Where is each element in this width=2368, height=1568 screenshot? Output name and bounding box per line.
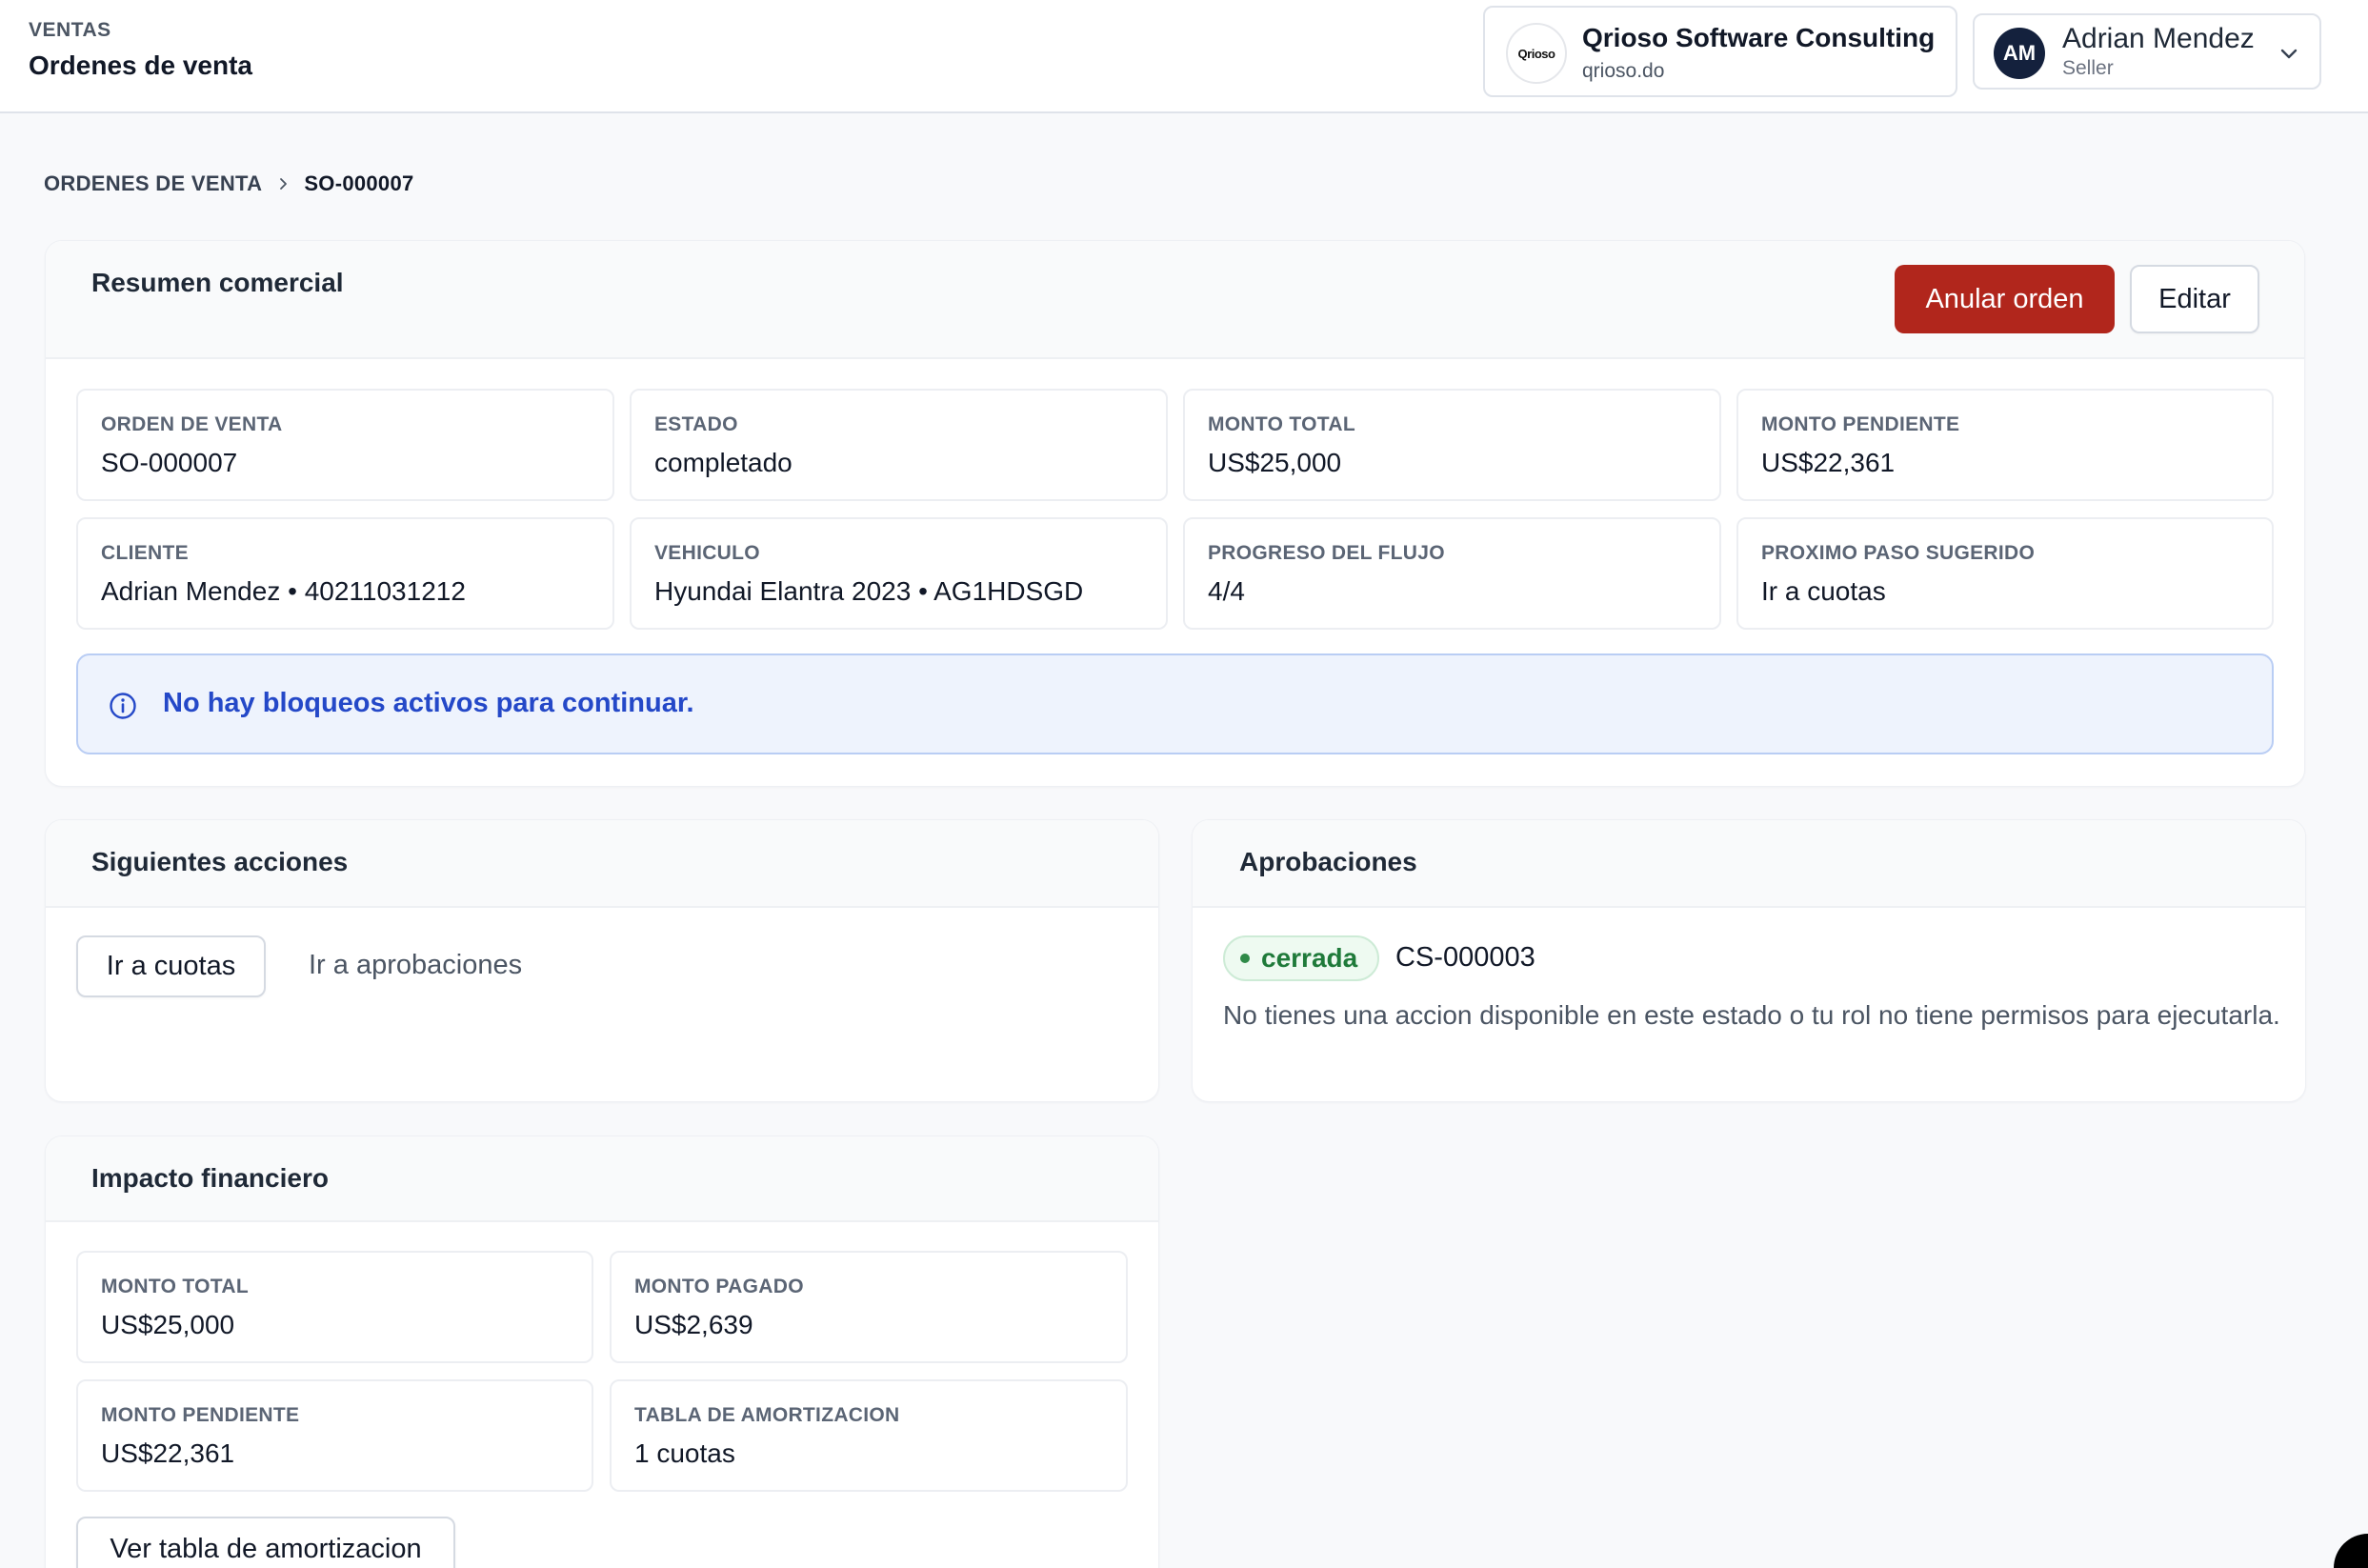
field-vehicle: VEHICULO Hyundai Elantra 2023 • AG1HDSGD — [630, 517, 1168, 630]
info-icon — [110, 693, 136, 719]
field-label: MONTO PENDIENTE — [1761, 413, 1960, 435]
void-order-button[interactable]: Anular orden — [1895, 265, 2115, 333]
field-label: ESTADO — [654, 413, 738, 435]
next-actions-header: Siguientes acciones — [46, 820, 1158, 908]
status-badge-label: cerrada — [1261, 943, 1358, 973]
field-label: MONTO TOTAL — [1208, 413, 1355, 435]
section-label: VENTAS — [29, 19, 111, 41]
field-value: SO-000007 — [101, 448, 238, 477]
financial-impact-header: Impacto financiero — [46, 1136, 1158, 1222]
user-menu[interactable]: AM Adrian Mendez Seller — [1973, 13, 2321, 90]
organization-logo: Qrioso — [1506, 23, 1567, 84]
field-value: Adrian Mendez • 40211031212 — [101, 576, 466, 606]
field-label: MONTO TOTAL — [101, 1276, 249, 1297]
field-pending-amount: MONTO PENDIENTE US$22,361 — [1736, 389, 2274, 501]
field-value: 1 cuotas — [634, 1438, 735, 1468]
edit-button[interactable]: Editar — [2130, 265, 2259, 333]
approvals-header: Aprobaciones — [1193, 820, 2305, 908]
field-financial-total: MONTO TOTAL US$25,000 — [76, 1251, 593, 1363]
field-value: US$22,361 — [101, 1438, 235, 1468]
page-title: Ordenes de venta — [29, 50, 252, 80]
field-label: MONTO PAGADO — [634, 1276, 804, 1297]
go-to-installments-button[interactable]: Ir a cuotas — [76, 935, 266, 997]
field-label: CLIENTE — [101, 542, 189, 564]
field-total-amount: MONTO TOTAL US$25,000 — [1183, 389, 1721, 501]
status-dot — [1240, 954, 1250, 963]
field-value: US$25,000 — [101, 1310, 235, 1339]
view-amortization-table-button[interactable]: Ver tabla de amortizacion — [76, 1517, 455, 1568]
financial-impact-title: Impacto financiero — [91, 1163, 329, 1193]
field-value: completado — [654, 448, 793, 477]
field-status: ESTADO completado — [630, 389, 1168, 501]
approvals-title: Aprobaciones — [1239, 847, 1417, 876]
field-next-step: PROXIMO PASO SUGERIDO Ir a cuotas — [1736, 517, 2274, 630]
status-badge: cerrada — [1223, 935, 1379, 981]
approval-id: CS-000003 — [1395, 942, 1535, 973]
approval-message: No tienes una accion disponible en este … — [1223, 1000, 2280, 1030]
field-flow-progress: PROGRESO DEL FLUJO 4/4 — [1183, 517, 1721, 630]
field-label: PROXIMO PASO SUGERIDO — [1761, 542, 2036, 564]
field-financial-paid: MONTO PAGADO US$2,639 — [610, 1251, 1128, 1363]
breadcrumb-current: SO-000007 — [304, 171, 414, 195]
info-notice: No hay bloqueos activos para continuar. — [76, 653, 2274, 754]
avatar: AM — [1994, 28, 2045, 79]
field-value: Hyundai Elantra 2023 • AG1HDSGD — [654, 576, 1084, 606]
summary-title: Resumen comercial — [91, 268, 344, 297]
field-label: PROGRESO DEL FLUJO — [1208, 542, 1445, 564]
organization-switcher[interactable]: Qrioso Qrioso Software Consulting qrioso… — [1483, 6, 1957, 97]
field-value: 4/4 — [1208, 576, 1245, 606]
field-label: MONTO PENDIENTE — [101, 1404, 300, 1426]
field-client: CLIENTE Adrian Mendez • 40211031212 — [76, 517, 614, 630]
field-value: US$25,000 — [1208, 448, 1342, 477]
chevron-right-icon — [280, 178, 288, 190]
field-value: US$22,361 — [1761, 448, 1896, 477]
field-label: VEHICULO — [654, 542, 760, 564]
breadcrumb-parent[interactable]: ORDENES DE VENTA — [44, 171, 262, 196]
field-amortization-table: TABLA DE AMORTIZACION 1 cuotas — [610, 1379, 1128, 1492]
user-role: Seller — [2062, 57, 2114, 79]
field-label: ORDEN DE VENTA — [101, 413, 283, 435]
field-value: Ir a cuotas — [1761, 576, 1886, 606]
field-financial-pending: MONTO PENDIENTE US$22,361 — [76, 1379, 593, 1492]
notice-text: No hay bloqueos activos para continuar. — [163, 688, 694, 718]
field-label: TABLA DE AMORTIZACION — [634, 1404, 900, 1426]
top-bar: VENTAS Ordenes de venta Qrioso Qrioso So… — [0, 0, 2368, 113]
window-corner — [2334, 1534, 2368, 1568]
organization-domain: qrioso.do — [1582, 60, 1665, 82]
field-value: US$2,639 — [634, 1310, 753, 1339]
organization-name: Qrioso Software Consulting — [1582, 23, 1936, 52]
next-actions-title: Siguientes acciones — [91, 847, 349, 876]
user-name: Adrian Mendez — [2062, 23, 2255, 54]
chevron-down-icon[interactable] — [2278, 42, 2300, 65]
breadcrumb: ORDENES DE VENTA SO-000007 — [44, 170, 414, 198]
field-sales-order: ORDEN DE VENTA SO-000007 — [76, 389, 614, 501]
go-to-approvals-link[interactable]: Ir a aprobaciones — [309, 950, 522, 981]
